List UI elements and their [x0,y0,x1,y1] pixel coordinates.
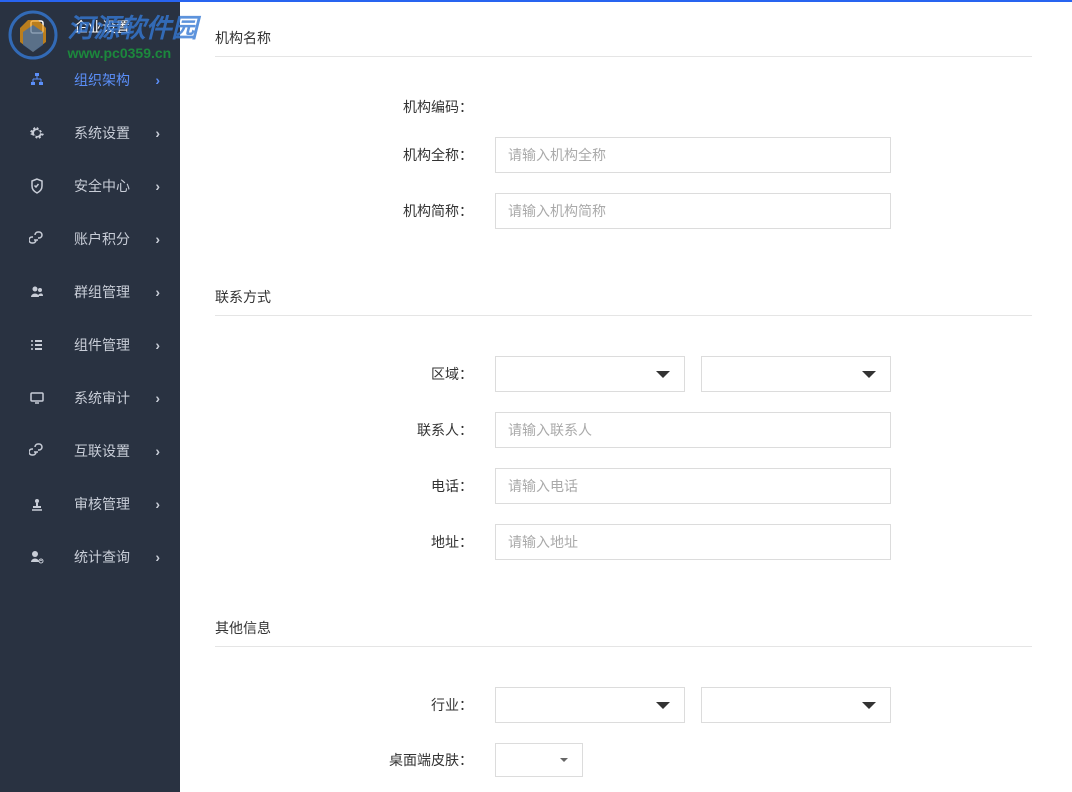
link-icon [28,230,46,248]
org-fullname-label: 机构全称： [215,145,495,165]
chevron-down-icon [560,758,568,762]
org-icon [28,71,46,89]
sidebar-item-label: 统计查询 [74,547,155,567]
org-shortname-input[interactable] [495,193,891,229]
shield-icon [28,177,46,195]
chevron-down-icon [656,371,670,378]
org-fullname-input[interactable] [495,137,891,173]
industry-select-1[interactable] [495,687,685,723]
sidebar-item-connect[interactable]: 互联设置 › [0,424,180,477]
sidebar: 企业设置 组织架构 › 系统设置 › 安全中心 › [0,0,180,792]
divider [215,315,1032,316]
sidebar-item-stats[interactable]: 统计查询 › [0,530,180,583]
group-icon [28,283,46,301]
sidebar-item-audit[interactable]: 系统审计 › [0,371,180,424]
sidebar-header: 企业设置 [0,0,180,53]
address-label: 地址： [215,532,495,552]
chevron-right-icon: › [155,231,160,247]
sidebar-item-review[interactable]: 审核管理 › [0,477,180,530]
sidebar-item-points[interactable]: 账户积分 › [0,212,180,265]
sidebar-item-org[interactable]: 组织架构 › [0,53,180,106]
chevron-right-icon: › [155,496,160,512]
section-title-other: 其他信息 [215,618,1032,638]
enterprise-icon [28,18,46,36]
list-icon [28,336,46,354]
chevron-right-icon: › [155,72,160,88]
divider [215,646,1032,647]
sidebar-item-group[interactable]: 群组管理 › [0,265,180,318]
sidebar-item-system[interactable]: 系统设置 › [0,106,180,159]
sidebar-item-label: 系统审计 [74,388,155,408]
chevron-right-icon: › [155,284,160,300]
chevron-down-icon [862,702,876,709]
chevron-down-icon [656,702,670,709]
phone-label: 电话： [215,476,495,496]
connect-icon [28,442,46,460]
chevron-down-icon [862,371,876,378]
sidebar-item-label: 账户积分 [74,229,155,249]
chevron-right-icon: › [155,390,160,406]
sidebar-item-label: 互联设置 [74,441,155,461]
main-content: 机构名称 机构编码： 机构全称： 机构简称： 联系方式 区域： [180,0,1072,792]
skin-label: 桌面端皮肤： [215,750,495,770]
chevron-right-icon: › [155,443,160,459]
skin-select[interactable] [495,743,583,777]
contact-person-input[interactable] [495,412,891,448]
chevron-right-icon: › [155,125,160,141]
stats-icon [28,548,46,566]
sidebar-item-label: 安全中心 [74,176,155,196]
sidebar-item-label: 组件管理 [74,335,155,355]
address-input[interactable] [495,524,891,560]
sidebar-item-component[interactable]: 组件管理 › [0,318,180,371]
sidebar-item-label: 系统设置 [74,123,155,143]
phone-input[interactable] [495,468,891,504]
region-label: 区域： [215,364,495,384]
sidebar-item-label: 群组管理 [74,282,155,302]
stamp-icon [28,495,46,513]
chevron-right-icon: › [155,337,160,353]
org-code-label: 机构编码： [215,97,495,117]
divider [215,56,1032,57]
monitor-icon [28,389,46,407]
industry-label: 行业： [215,695,495,715]
contact-person-label: 联系人： [215,420,495,440]
sidebar-item-label: 组织架构 [74,70,155,90]
section-title-contact: 联系方式 [215,287,1032,307]
sidebar-header-label: 企业设置 [74,17,180,37]
sidebar-item-label: 审核管理 [74,494,155,514]
region-select-2[interactable] [701,356,891,392]
org-shortname-label: 机构简称： [215,201,495,221]
chevron-right-icon: › [155,178,160,194]
gear-icon [28,124,46,142]
industry-select-2[interactable] [701,687,891,723]
section-title-orgname: 机构名称 [215,28,1032,48]
sidebar-item-security[interactable]: 安全中心 › [0,159,180,212]
region-select-1[interactable] [495,356,685,392]
chevron-right-icon: › [155,549,160,565]
